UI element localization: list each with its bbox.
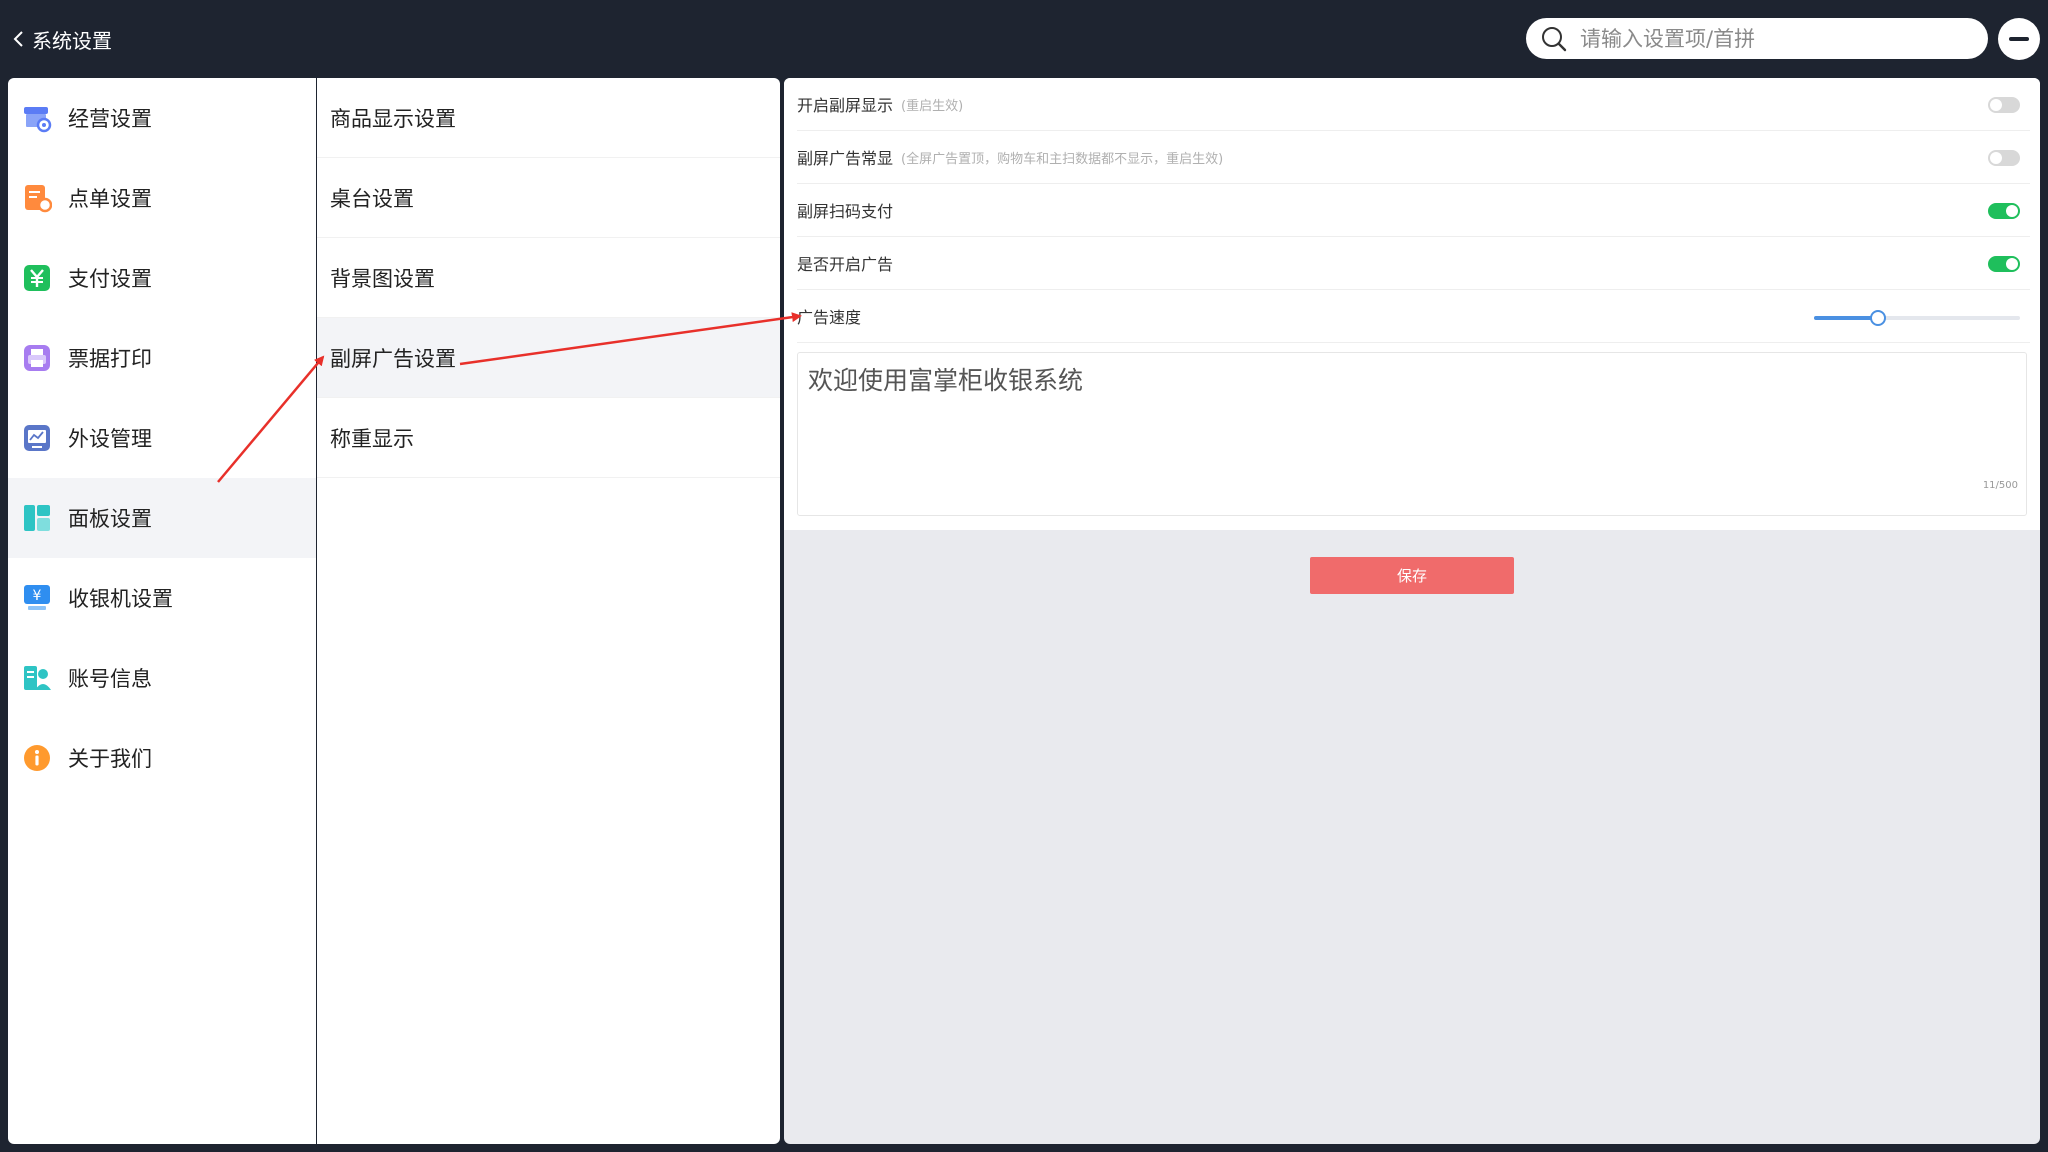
peripheral-monitor-icon bbox=[24, 425, 50, 451]
panel-layout-icon bbox=[24, 505, 50, 531]
menu-item-cash-register[interactable]: ¥ 收银机设置 bbox=[8, 558, 316, 638]
settings-content: 开启副屏显示 (重启生效) 副屏广告常显 (全屏广告置顶，购物车和主扫数据都不显… bbox=[784, 78, 2040, 1144]
settings-card: 开启副屏显示 (重启生效) 副屏广告常显 (全屏广告置顶，购物车和主扫数据都不显… bbox=[784, 78, 2040, 530]
store-settings-icon bbox=[24, 107, 52, 133]
sub-item-background-image[interactable]: 背景图设置 bbox=[317, 238, 780, 318]
setting-hint: (全屏广告置顶，购物车和主扫数据都不显示，重启生效) bbox=[901, 151, 1224, 167]
back-label: 系统设置 bbox=[32, 28, 112, 53]
menu-item-label: 支付设置 bbox=[68, 267, 152, 291]
minus-icon bbox=[2009, 37, 2029, 41]
menu-item-panel-settings[interactable]: 面板设置 bbox=[8, 478, 316, 558]
printer-icon bbox=[24, 345, 50, 371]
menu-item-label: 经营设置 bbox=[68, 107, 152, 131]
menu-item-business[interactable]: 经营设置 bbox=[8, 78, 316, 158]
setting-row-ad-always-on: 副屏广告常显 (全屏广告置顶，购物车和主扫数据都不显示，重启生效) bbox=[797, 131, 2030, 184]
menu-item-label: 面板设置 bbox=[68, 507, 152, 531]
left-menu: 经营设置 点单设置 支付设置 票据打印 外设管理 面板设置 ¥ 收银机设置 账号… bbox=[8, 78, 316, 1144]
scan-pay-toggle[interactable] bbox=[1988, 203, 2020, 219]
setting-title: 开启副屏显示 bbox=[797, 96, 894, 115]
setting-title: 是否开启广告 bbox=[797, 255, 894, 274]
ad-text-area[interactable]: 欢迎使用富掌柜收银系统 11/500 bbox=[797, 352, 2027, 516]
menu-item-peripherals[interactable]: 外设管理 bbox=[8, 398, 316, 478]
sub-item-secondary-screen-ads[interactable]: 副屏广告设置 bbox=[317, 318, 780, 398]
menu-item-label: 收银机设置 bbox=[68, 587, 173, 611]
sub-item-product-display[interactable]: 商品显示设置 bbox=[317, 78, 780, 158]
order-icon bbox=[25, 185, 52, 213]
back-button[interactable]: 系统设置 bbox=[12, 24, 112, 54]
svg-text:¥: ¥ bbox=[33, 588, 42, 604]
chevron-left-icon bbox=[13, 31, 23, 47]
menu-item-about[interactable]: 关于我们 bbox=[8, 718, 316, 798]
menu-item-account[interactable]: 账号信息 bbox=[8, 638, 316, 718]
menu-item-receipt-print[interactable]: 票据打印 bbox=[8, 318, 316, 398]
sub-item-weighing-display[interactable]: 称重显示 bbox=[317, 398, 780, 478]
info-icon bbox=[24, 745, 50, 771]
cash-register-icon: ¥ bbox=[24, 585, 50, 610]
minimize-button[interactable] bbox=[1998, 18, 2040, 60]
ad-text-input[interactable]: 欢迎使用富掌柜收银系统 bbox=[798, 353, 2026, 515]
setting-title: 广告速度 bbox=[797, 308, 862, 327]
sub-menu: 商品显示设置 桌台设置 背景图设置 副屏广告设置 称重显示 bbox=[317, 78, 780, 1144]
menu-item-label: 外设管理 bbox=[68, 427, 152, 451]
secondary-display-toggle[interactable] bbox=[1988, 97, 2020, 113]
char-count: 11/500 bbox=[1982, 480, 2018, 491]
menu-item-payment[interactable]: 支付设置 bbox=[8, 238, 316, 318]
slider-thumb[interactable] bbox=[1869, 310, 1886, 326]
menu-item-label: 点单设置 bbox=[68, 187, 152, 211]
search-box[interactable] bbox=[1526, 18, 1988, 59]
setting-row-ad-speed: 广告速度 bbox=[797, 290, 2030, 343]
setting-row-enable-ads: 是否开启广告 bbox=[797, 237, 2030, 290]
account-icon bbox=[24, 666, 51, 690]
enable-ads-toggle[interactable] bbox=[1988, 256, 2020, 272]
slider-fill bbox=[1814, 316, 1878, 320]
sub-item-table-settings[interactable]: 桌台设置 bbox=[317, 158, 780, 238]
ad-speed-slider[interactable] bbox=[1814, 310, 2020, 326]
search-input[interactable] bbox=[1580, 26, 1980, 51]
save-button[interactable]: 保存 bbox=[1310, 557, 1514, 594]
yuan-payment-icon bbox=[24, 265, 50, 291]
search-icon bbox=[1542, 26, 1567, 51]
menu-item-label: 账号信息 bbox=[68, 667, 152, 691]
menu-item-label: 关于我们 bbox=[68, 747, 152, 771]
menu-item-order[interactable]: 点单设置 bbox=[8, 158, 316, 238]
setting-hint: (重启生效) bbox=[901, 98, 964, 114]
setting-row-scan-pay: 副屏扫码支付 bbox=[797, 184, 2030, 237]
menu-item-label: 票据打印 bbox=[68, 347, 152, 371]
top-bar: 系统设置 bbox=[0, 0, 2048, 78]
setting-row-secondary-display: 开启副屏显示 (重启生效) bbox=[797, 78, 2030, 131]
setting-title: 副屏扫码支付 bbox=[797, 202, 894, 221]
setting-title: 副屏广告常显 bbox=[797, 149, 894, 168]
ad-always-on-toggle[interactable] bbox=[1988, 150, 2020, 166]
